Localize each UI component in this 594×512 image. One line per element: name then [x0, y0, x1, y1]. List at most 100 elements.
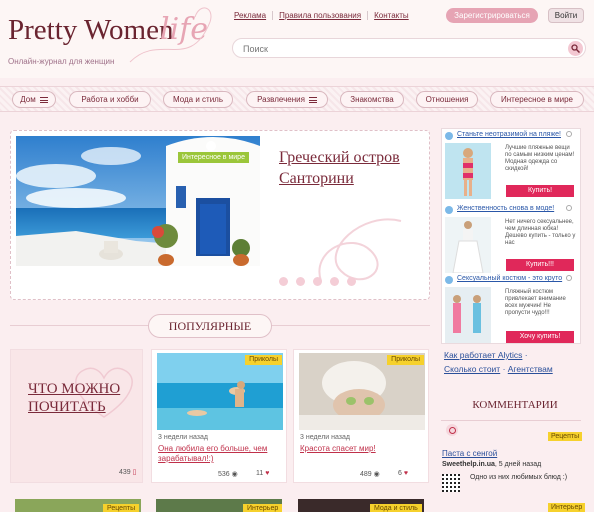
category-tag[interactable]: Рецепты [103, 504, 140, 512]
comment-time: 5 дней назад [498, 461, 542, 468]
eye-icon: ◉ [231, 471, 238, 478]
info-icon [445, 206, 453, 214]
article-card-1[interactable]: Приколы 3 недели назад Она любила его бо… [151, 349, 287, 483]
comment-article-title[interactable]: Паста с сенгой [442, 449, 497, 458]
slide-dot-5[interactable] [347, 277, 356, 286]
comments-divider [441, 420, 581, 421]
swimsuit-photo [445, 143, 491, 199]
slide-dot-2[interactable] [296, 277, 305, 286]
featured-title[interactable]: Греческий остров Санторини [279, 147, 429, 189]
slide-dot-3[interactable] [313, 277, 322, 286]
reading-card[interactable]: ЧТО МОЖНО ПОЧИТАТЬ 439 ▯ [10, 349, 143, 483]
nav-relationships[interactable]: Отношения [416, 91, 478, 108]
nav-home[interactable]: Дом [12, 91, 56, 108]
category-tag[interactable]: Интересное в мире [178, 152, 249, 163]
category-tag[interactable]: Приколы [245, 355, 282, 365]
buy-button[interactable]: Купить!!! [506, 259, 574, 271]
article-title[interactable]: Красота спасет мир! [300, 444, 426, 454]
likes-count: 6 ♥ [398, 470, 408, 477]
nav-work-hobby[interactable]: Работа и хобби [69, 91, 151, 108]
comments-heading: КОММЕНТАРИИ [472, 399, 558, 411]
article-date: 3 недели назад [300, 434, 350, 441]
top-link-contacts[interactable]: Контакты [368, 11, 415, 20]
likes-count: 11 ♥ [256, 470, 269, 477]
ad-title[interactable]: Женственность снова в моде! [457, 205, 567, 213]
slide-dot-4[interactable] [330, 277, 339, 286]
nav-fashion[interactable]: Мода и стиль [163, 91, 233, 108]
top-link-rules[interactable]: Правила пользования [273, 11, 369, 20]
views-value: 536 [218, 471, 230, 478]
nav-home-label: Дом [20, 95, 36, 104]
search-icon [571, 44, 580, 53]
close-icon[interactable] [566, 131, 572, 137]
tagline: Онлайн-журнал для женщин [8, 57, 115, 66]
ad-link-price[interactable]: Сколько стоит [444, 364, 500, 374]
ad-link-how[interactable]: Как работает Alytics [444, 350, 522, 360]
ad-item-2[interactable]: Женственность снова в моде! Нет ничего с… [445, 205, 578, 273]
ad-image[interactable] [445, 217, 491, 273]
ad-title[interactable]: Сексуальный костюм - это круто [457, 275, 567, 283]
category-tag[interactable]: Интерьер [548, 503, 586, 512]
ad-image[interactable] [445, 287, 491, 343]
close-icon[interactable] [566, 275, 572, 281]
views-value: 489 [360, 471, 372, 478]
info-icon [445, 132, 453, 140]
category-tag[interactable]: Приколы [387, 355, 424, 365]
comment-meta: Sweethelp.in.ua, 5 дней назад [442, 461, 542, 468]
header: Pretty Women life Онлайн-журнал для женщ… [0, 0, 594, 78]
ad-text: Нет ничего сексуальнее, чем длинная юбка… [505, 219, 576, 246]
close-icon[interactable] [566, 205, 572, 211]
buy-button[interactable]: Купить! [506, 185, 574, 197]
article-title[interactable]: Она любила его больше, чем зарабатывал!:… [158, 444, 284, 464]
featured-slider: Интересное в мире Греческий остров Санто… [10, 130, 430, 300]
ad-item-1[interactable]: Станьте неотразимой на пляже! Лучшие пля… [445, 131, 578, 199]
reading-card-title[interactable]: ЧТО МОЖНО ПОЧИТАТЬ [28, 380, 138, 416]
reading-count-value: 439 [119, 469, 131, 476]
register-button[interactable]: Зарегистрироваться [446, 8, 538, 23]
ad-block: Станьте неотразимой на пляже! Лучшие пля… [441, 128, 581, 344]
heart-icon[interactable]: ♥ [404, 470, 408, 477]
top-link-ads[interactable]: Реклама [228, 11, 274, 20]
likes-value: 6 [398, 470, 402, 477]
category-tag[interactable]: Интерьер [243, 504, 283, 512]
search-input[interactable] [243, 42, 543, 55]
ad-image[interactable] [445, 143, 491, 199]
slide-dot-1[interactable] [279, 277, 288, 286]
main-nav: Дом Работа и хобби Мода и стиль Развлече… [0, 86, 594, 112]
ad-title[interactable]: Станьте неотразимой на пляже! [457, 131, 567, 139]
ad-item-3[interactable]: Сексуальный костюм - это круто Пляжный к… [445, 275, 578, 343]
nav-world[interactable]: Интересное в мире [490, 91, 584, 108]
buy-button[interactable]: Хочу купить! [506, 331, 574, 343]
doc-icon: ▯ [132, 469, 137, 476]
costume-photo [445, 287, 491, 343]
category-tag[interactable]: Мода и стиль [370, 504, 422, 512]
slider-dots [279, 277, 356, 286]
heart-icon[interactable]: ♥ [265, 470, 269, 477]
category-tag[interactable]: Рецепты [548, 432, 583, 441]
menu-icon [308, 96, 317, 103]
views-count: 489 ◉ [360, 470, 380, 478]
views-count: 536 ◉ [218, 470, 238, 478]
nav-dating[interactable]: Знакомства [340, 91, 404, 108]
ad-info-links: Как работает Alytics · Сколько стоит · А… [444, 350, 553, 374]
likes-value: 11 [256, 470, 264, 477]
decorative-swirl [318, 218, 402, 282]
nav-entertainment[interactable]: Развлечения [246, 91, 328, 108]
logo-swirl [129, 7, 212, 63]
comment-text: Одно из них любимых блюд :) [470, 474, 568, 481]
article-card-2[interactable]: Приколы 3 недели назад Красота спасет ми… [293, 349, 429, 483]
reading-count: 439 ▯ [119, 468, 137, 476]
search-button[interactable] [568, 41, 583, 56]
comment-user[interactable]: Sweethelp.in.ua [442, 461, 495, 468]
article-date: 3 недели назад [158, 434, 208, 441]
ad-link-agencies[interactable]: Агентствам [508, 364, 553, 374]
info-icon [445, 276, 453, 284]
ad-text: Пляжный костюм привлекает внимание всех … [505, 289, 566, 316]
nav-entertainment-label: Развлечения [257, 95, 305, 104]
search-bar [232, 38, 586, 58]
refresh-icon[interactable] [446, 424, 458, 436]
skirt-photo [445, 217, 491, 273]
login-button[interactable]: Войти [548, 8, 584, 23]
eye-icon: ◉ [373, 471, 380, 478]
popular-heading: ПОПУЛЯРНЫЕ [148, 314, 272, 338]
